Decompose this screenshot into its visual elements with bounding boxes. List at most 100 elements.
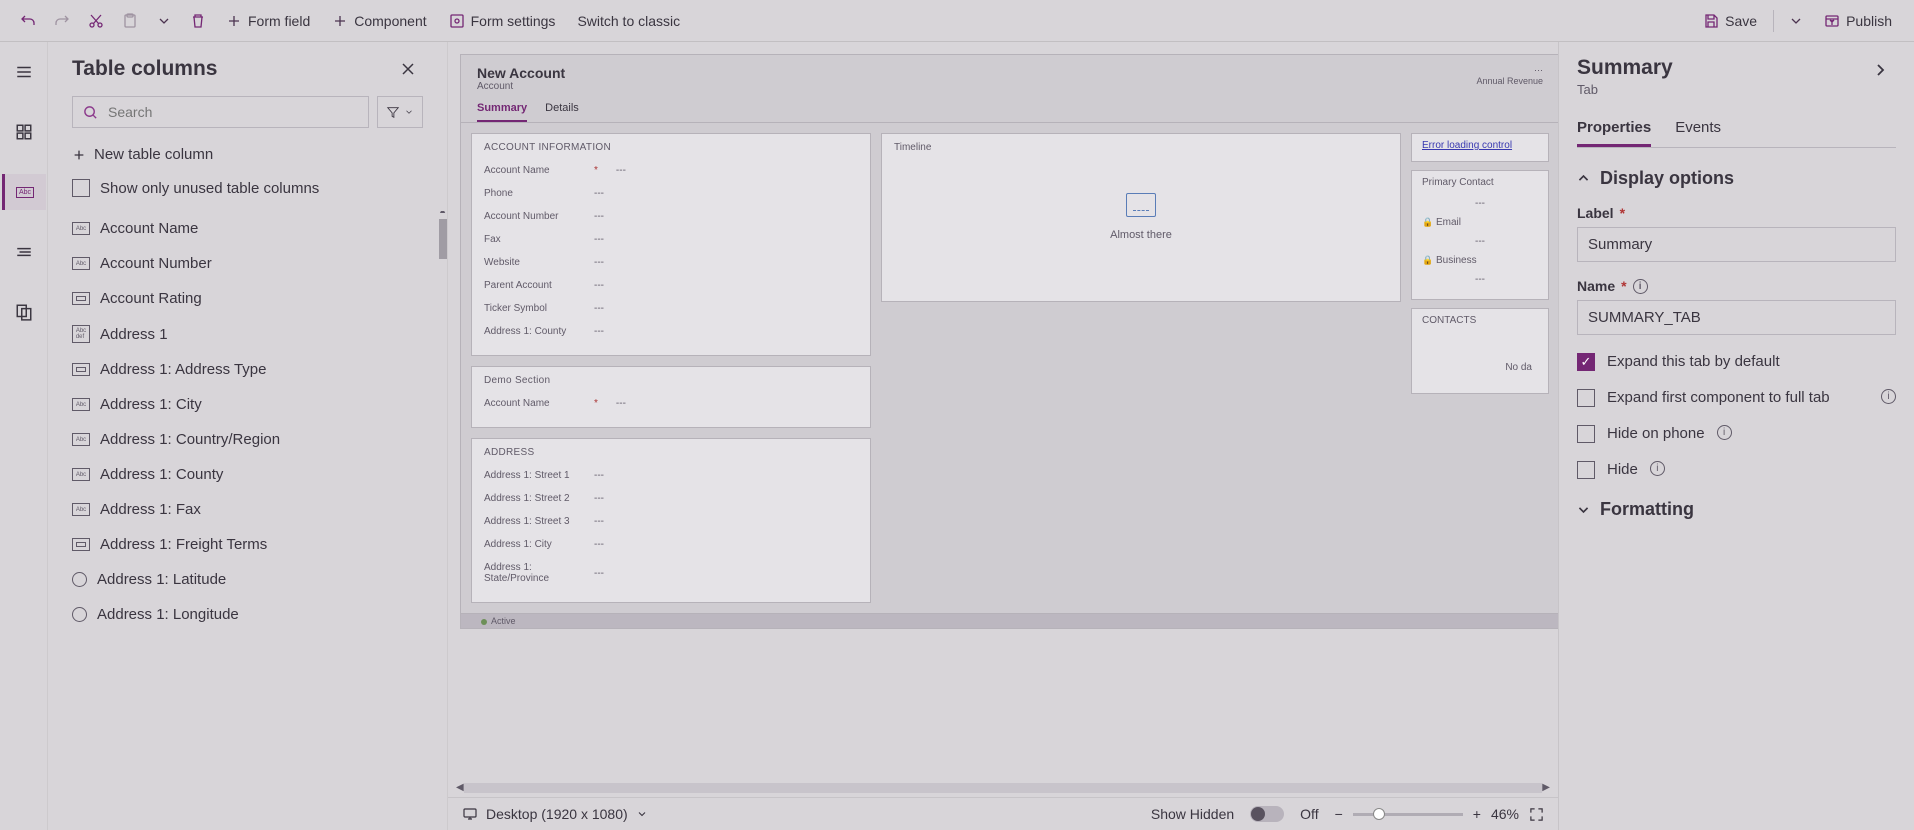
- properties-panel: Summary Tab Properties Events Display op…: [1558, 42, 1914, 830]
- section-display-options[interactable]: Display options: [1577, 168, 1896, 189]
- section-account-info[interactable]: ACCOUNT INFORMATION Account Name*---Phon…: [471, 133, 871, 356]
- column-item[interactable]: Address 1: Latitude: [72, 562, 439, 597]
- side-card-contacts[interactable]: CONTACTS No da: [1411, 308, 1549, 394]
- search-input[interactable]: [106, 103, 358, 121]
- expand-first-checkbox-row[interactable]: Expand first component to full tab i: [1577, 389, 1896, 407]
- info-icon[interactable]: i: [1633, 279, 1648, 294]
- publish-button[interactable]: Publish: [1814, 7, 1902, 35]
- column-item[interactable]: AbcAccount Name: [72, 211, 439, 246]
- column-item[interactable]: AbcAddress 1: Country/Region: [72, 422, 439, 457]
- label-input[interactable]: [1577, 227, 1896, 262]
- entity-name: Account: [477, 81, 565, 92]
- form-field[interactable]: Address 1: Street 2---: [484, 487, 858, 510]
- form-tab-summary[interactable]: Summary: [477, 102, 527, 122]
- hide-phone-checkbox-row[interactable]: Hide on phone i: [1577, 425, 1896, 443]
- form-field[interactable]: Account Name*---: [484, 159, 858, 182]
- zoom-in-button[interactable]: +: [1473, 806, 1481, 822]
- expand-default-checkbox[interactable]: [1577, 353, 1595, 371]
- add-form-field-button[interactable]: Form field: [216, 7, 320, 35]
- timeline-placeholder-icon: [1126, 193, 1156, 217]
- filter-button[interactable]: [377, 96, 423, 128]
- name-input[interactable]: [1577, 300, 1896, 335]
- cut-button[interactable]: [80, 7, 112, 35]
- form-settings-button[interactable]: Form settings: [439, 7, 566, 35]
- header-more-icon[interactable]: ⋯: [1534, 65, 1543, 76]
- column-item[interactable]: AbcAccount Number: [72, 246, 439, 281]
- form-field[interactable]: Parent Account---: [484, 274, 858, 297]
- save-button[interactable]: Save: [1693, 7, 1767, 35]
- new-table-column-button[interactable]: New table column: [72, 146, 213, 163]
- form-field[interactable]: Address 1: County---: [484, 320, 858, 343]
- close-panel-button[interactable]: [393, 56, 423, 82]
- property-tabs: Properties Events: [1577, 111, 1896, 148]
- fit-to-screen-icon[interactable]: [1529, 807, 1544, 822]
- zoom-control[interactable]: − + 46%: [1335, 806, 1544, 822]
- form-field[interactable]: Phone---: [484, 182, 858, 205]
- tab-events[interactable]: Events: [1675, 111, 1721, 147]
- form-field[interactable]: Fax---: [484, 228, 858, 251]
- paste-button[interactable]: [114, 7, 146, 35]
- column-item[interactable]: Account Rating: [72, 281, 439, 316]
- column-item[interactable]: AbcAddress 1: Fax: [72, 492, 439, 527]
- info-icon[interactable]: i: [1650, 461, 1665, 476]
- show-unused-checkbox[interactable]: [72, 179, 90, 197]
- rail-hamburger-button[interactable]: [2, 54, 46, 90]
- add-component-button[interactable]: Component: [322, 7, 436, 35]
- expand-default-checkbox-row[interactable]: Expand this tab by default: [1577, 353, 1896, 371]
- selection-type: Tab: [1577, 82, 1673, 97]
- section-demo[interactable]: Demo Section Account Name*---: [471, 366, 871, 428]
- info-icon[interactable]: i: [1881, 389, 1896, 404]
- form-field[interactable]: Account Number---: [484, 205, 858, 228]
- expand-first-checkbox[interactable]: [1577, 389, 1595, 407]
- delete-button[interactable]: [182, 7, 214, 35]
- column-item[interactable]: Abc defAddress 1: [72, 316, 439, 352]
- hide-checkbox-row[interactable]: Hide i: [1577, 461, 1896, 479]
- column-item[interactable]: AbcAddress 1: City: [72, 387, 439, 422]
- hide-phone-checkbox[interactable]: [1577, 425, 1595, 443]
- chevron-down-icon[interactable]: [636, 808, 648, 820]
- column-item[interactable]: AbcAddress 1: County: [72, 457, 439, 492]
- section-address[interactable]: ADDRESS Address 1: Street 1---Address 1:…: [471, 438, 871, 603]
- save-options-button[interactable]: [1780, 7, 1812, 35]
- zoom-out-button[interactable]: −: [1335, 806, 1343, 822]
- side-card-error[interactable]: Error loading control: [1411, 133, 1549, 162]
- scroll-up-arrow[interactable]: ▲: [438, 211, 447, 215]
- tab-properties[interactable]: Properties: [1577, 111, 1651, 147]
- rail-form-libraries-button[interactable]: [2, 294, 46, 330]
- undo-button[interactable]: [12, 7, 44, 35]
- form-tab-details[interactable]: Details: [545, 102, 579, 122]
- redo-button[interactable]: [46, 7, 78, 35]
- device-label[interactable]: Desktop (1920 x 1080): [486, 806, 628, 822]
- form-field[interactable]: Account Name*---: [484, 392, 858, 415]
- rail-components-button[interactable]: [2, 114, 46, 150]
- column-item[interactable]: Address 1: Address Type: [72, 352, 439, 387]
- section-timeline[interactable]: Timeline Almost there: [881, 133, 1401, 302]
- form-surface[interactable]: New Account Account ⋯ Annual Revenue Sum…: [460, 54, 1558, 629]
- form-field[interactable]: Address 1: Street 3---: [484, 510, 858, 533]
- form-field[interactable]: Address 1: Street 1---: [484, 464, 858, 487]
- form-field[interactable]: Ticker Symbol---: [484, 297, 858, 320]
- hide-checkbox[interactable]: [1577, 461, 1595, 479]
- horizontal-scrollbar[interactable]: ◀ ▶: [448, 778, 1558, 797]
- form-field[interactable]: Address 1: City---: [484, 533, 858, 556]
- paste-options-button[interactable]: [148, 7, 180, 35]
- error-loading-link[interactable]: Error loading control: [1422, 140, 1512, 151]
- scrollbar-thumb[interactable]: [439, 219, 447, 259]
- chevron-right-icon[interactable]: [1864, 56, 1896, 84]
- search-box[interactable]: [72, 96, 369, 128]
- rail-tree-button[interactable]: [2, 234, 46, 270]
- side-card-primary-contact[interactable]: Primary Contact --- 🔒 Email --- 🔒 Busine…: [1411, 170, 1549, 300]
- show-hidden-toggle[interactable]: [1250, 806, 1284, 822]
- info-icon[interactable]: i: [1717, 425, 1732, 440]
- show-unused-label: Show only unused table columns: [100, 180, 319, 197]
- column-item[interactable]: Address 1: Longitude: [72, 597, 439, 632]
- switch-to-classic-button[interactable]: Switch to classic: [567, 7, 690, 35]
- rail-columns-button[interactable]: Abc: [2, 174, 46, 210]
- form-field[interactable]: Website---: [484, 251, 858, 274]
- zoom-handle[interactable]: [1373, 808, 1385, 820]
- column-item[interactable]: Address 1: Freight Terms: [72, 527, 439, 562]
- section-formatting[interactable]: Formatting: [1577, 499, 1896, 520]
- form-field[interactable]: Address 1: State/Province---: [484, 556, 858, 590]
- show-unused-checkbox-row[interactable]: Show only unused table columns: [48, 175, 447, 211]
- left-rail: Abc: [0, 42, 48, 830]
